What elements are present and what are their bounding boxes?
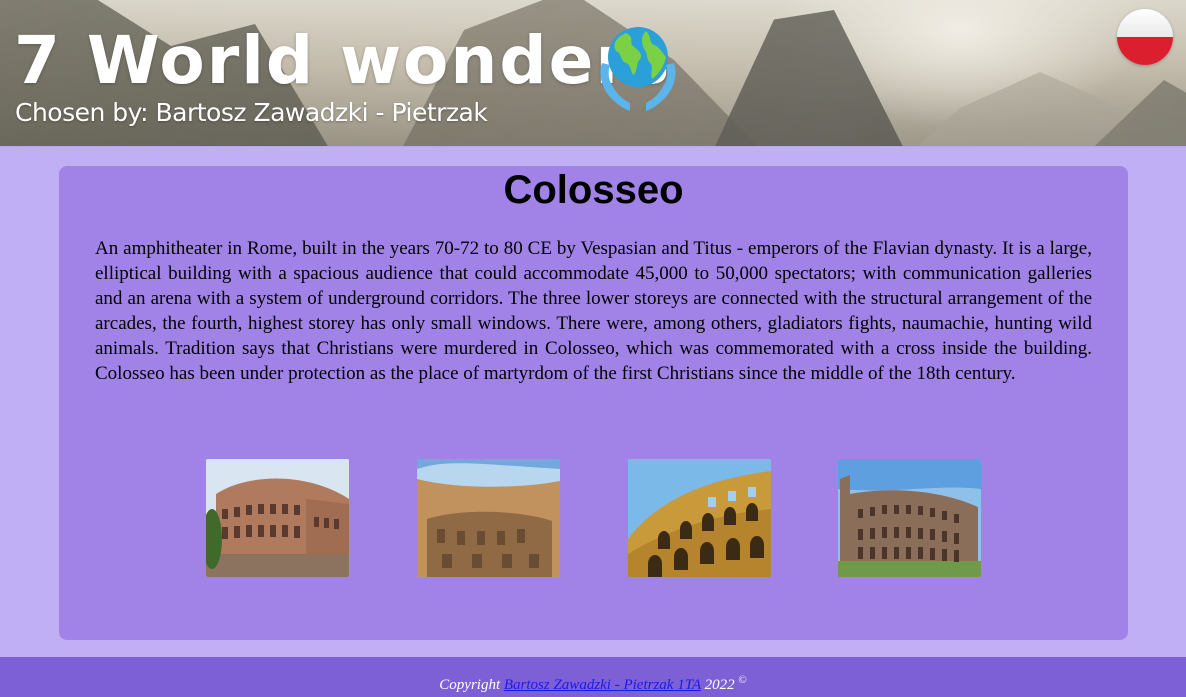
gallery-image-1[interactable]	[206, 459, 349, 577]
footer: Copyright Bartosz Zawadzki - Pietrzak 1T…	[0, 657, 1186, 697]
photo-gallery	[59, 459, 1128, 577]
wonder-description: An amphitheater in Rome, built in the ye…	[95, 238, 1092, 384]
globe-in-hands-icon	[600, 27, 676, 111]
gallery-image-4[interactable]	[838, 459, 981, 577]
wonder-title: Colosseo	[503, 168, 684, 212]
poland-flag-icon	[1117, 9, 1173, 37]
copyright-symbol: ©	[738, 674, 747, 686]
copyright-prefix: Copyright	[439, 677, 501, 693]
gallery-image-3[interactable]	[628, 459, 771, 577]
wonder-card: Colosseo An amphitheater in Rome, built …	[59, 166, 1128, 640]
colosseum-arches-photo-icon	[628, 459, 771, 577]
copyright-year: 2022	[704, 677, 735, 693]
chosen-by-subtitle: Chosen by: Bartosz Zawadzki - Pietrzak	[15, 98, 488, 127]
site-title: 7 World wonders	[14, 22, 672, 99]
author-link[interactable]: Bartosz Zawadzki - Pietrzak 1TA	[504, 677, 701, 693]
colosseum-lawn-photo-icon	[838, 459, 981, 577]
language-flag-button[interactable]	[1117, 9, 1173, 65]
colosseum-interior-photo-icon	[417, 459, 560, 577]
gallery-image-2[interactable]	[417, 459, 560, 577]
colosseum-photo-icon	[206, 459, 349, 577]
header-banner: 7 World wonders Chosen by: Bartosz Zawad…	[0, 0, 1186, 147]
